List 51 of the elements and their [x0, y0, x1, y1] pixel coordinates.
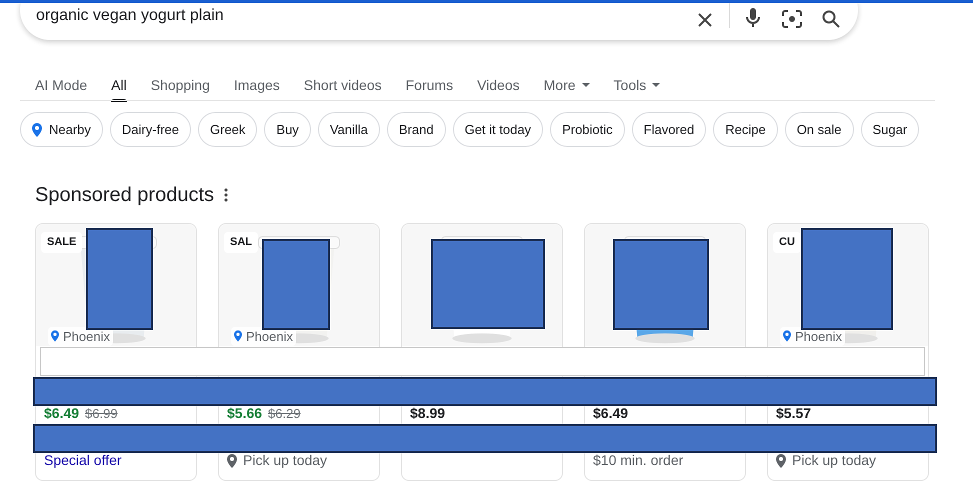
tab[interactable]: Tools [614, 70, 660, 100]
price: $5.66 [227, 404, 262, 423]
price: $6.49 [44, 404, 80, 423]
original-price: $6.99 [85, 405, 118, 423]
filter-chip[interactable]: On sale [784, 112, 854, 147]
search-query: organic vegan yogurt plain [36, 6, 225, 26]
tab[interactable]: Short videos [304, 70, 382, 100]
filter-chip[interactable]: Buy [264, 112, 311, 147]
search-icon[interactable] [822, 10, 840, 28]
filter-chip[interactable]: Dairy-free [110, 112, 191, 147]
tab[interactable]: Shopping [150, 70, 210, 100]
pickup-note: Pick up today [792, 451, 876, 470]
original-price: $6.29 [268, 405, 301, 423]
pickup-note: Pick up today [243, 451, 328, 470]
price: $8.99 [410, 404, 446, 423]
filter-chip[interactable]: Nearby [20, 112, 103, 147]
filter-chip[interactable]: Sugar [860, 112, 920, 147]
price: $5.57 [776, 404, 812, 423]
camera-icon[interactable] [782, 10, 802, 28]
tab[interactable]: Images [234, 70, 280, 100]
location-pin-icon [32, 122, 42, 136]
store-location: Phoenix [246, 328, 293, 346]
close-icon[interactable] [697, 12, 713, 28]
location-pin-icon [783, 330, 791, 342]
tab[interactable]: AI Mode [35, 70, 88, 100]
filter-chip[interactable]: Flavored [632, 112, 706, 147]
sale-badge: SAL [224, 232, 258, 252]
section-heading: Sponsored products [35, 183, 214, 208]
store-location: Phoenix [795, 328, 842, 346]
tab[interactable]: Videos [477, 70, 520, 100]
sale-badge: SALE [41, 232, 82, 252]
filter-chip[interactable]: Probiotic [550, 112, 625, 147]
filter-chip[interactable]: Brand [386, 112, 446, 147]
location-pin-icon [51, 330, 59, 342]
tab[interactable]: More [544, 70, 590, 100]
microphone-icon[interactable] [746, 8, 760, 28]
filter-chip[interactable]: Vanilla [318, 112, 380, 147]
tab[interactable]: Forums [406, 70, 454, 100]
filter-chip[interactable]: Get it today [452, 112, 544, 147]
offer-link[interactable]: Special offer [44, 450, 122, 471]
location-pin-icon [227, 454, 237, 468]
location-pin-icon [234, 330, 242, 342]
more-options-icon[interactable] [224, 188, 228, 202]
store-location: Phoenix [63, 328, 110, 346]
sale-badge: CU [773, 232, 801, 252]
filter-chip[interactable]: Greek [198, 112, 258, 147]
location-pin-icon [776, 454, 786, 468]
price: $6.49 [593, 404, 628, 423]
search-field[interactable]: organic vegan yogurt plain [20, 0, 858, 40]
filter-chip[interactable]: Recipe [713, 112, 778, 147]
order-note: $10 min. order [593, 451, 684, 470]
